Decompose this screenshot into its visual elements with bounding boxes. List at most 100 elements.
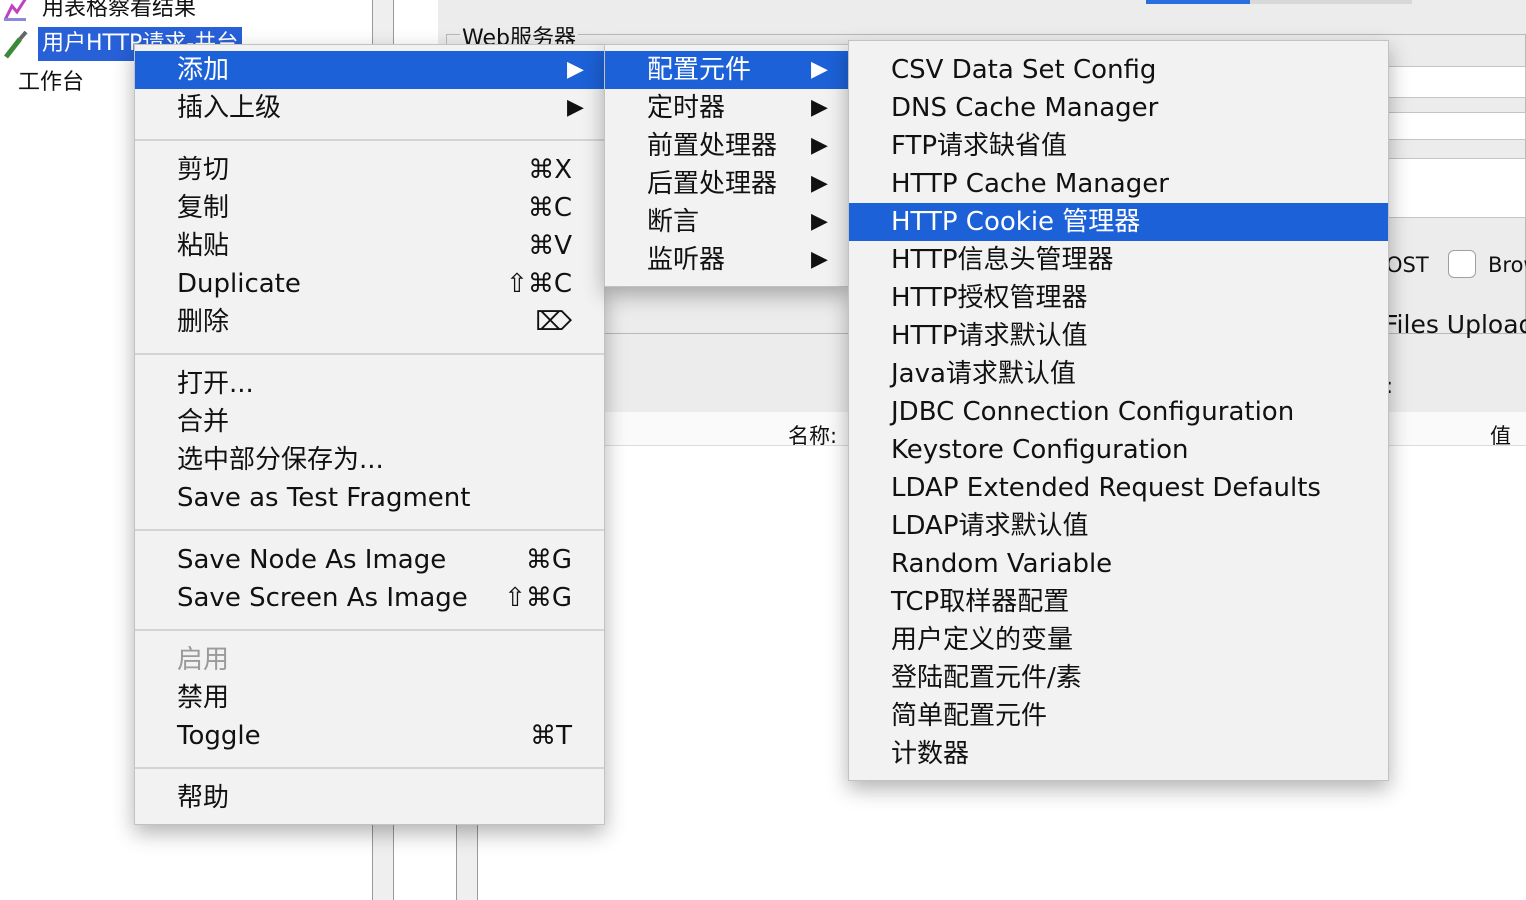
config-element-item-12[interactable]: LDAP请求默认值 — [849, 507, 1388, 545]
menu-item-label: LDAP请求默认值 — [891, 511, 1089, 541]
name-column-header: 名称: — [788, 424, 838, 448]
add-submenu-item-3[interactable]: 后置处理器 ▶ — [605, 165, 848, 203]
menu-item-4[interactable]: 复制 ⌘C — [135, 189, 604, 227]
submenu-arrow-icon: ▶ — [567, 57, 584, 82]
menu-item-18[interactable]: 禁用 — [135, 679, 604, 717]
config-element-item-5[interactable]: HTTP信息头管理器 — [849, 241, 1388, 279]
menu-item-21[interactable]: 帮助 — [135, 779, 604, 817]
add-submenu-item-5[interactable]: 监听器 ▶ — [605, 241, 848, 279]
menu-item-label: 用户定义的变量 — [891, 625, 1074, 655]
menu-item-shortcut: ⌘V — [528, 231, 572, 261]
submenu-arrow-icon: ▶ — [811, 247, 828, 272]
browser-label: Brow — [1488, 253, 1526, 277]
config-element-item-7[interactable]: HTTP请求默认值 — [849, 317, 1388, 355]
menu-item-14[interactable]: Save Node As Image ⌘G — [135, 541, 604, 579]
menu-item-label: 前置处理器 — [647, 131, 778, 161]
menu-item-label: 定时器 — [647, 93, 726, 123]
menu-item-label: Java请求默认值 — [891, 359, 1076, 389]
config-element-item-1[interactable]: DNS Cache Manager — [849, 89, 1388, 127]
menu-item-label: 简单配置元件 — [891, 701, 1048, 731]
menu-item-6[interactable]: Duplicate ⇧⌘C — [135, 265, 604, 303]
menu-item-label: 添加 — [177, 55, 230, 85]
menu-separator — [135, 517, 604, 541]
menu-separator — [135, 617, 604, 641]
menu-item-19[interactable]: Toggle ⌘T — [135, 717, 604, 755]
menu-item-label: Random Variable — [891, 549, 1113, 579]
path-field[interactable] — [1380, 112, 1526, 140]
menu-item-shortcut: ⇧⌘G — [504, 583, 572, 613]
context-menu: 添加 ▶ 插入上级 ▶ 剪切 ⌘X 复制 ⌘C 粘贴 ⌘V Duplicate ⇧⌘C 删除 ⌦ 打开...… — [134, 44, 605, 825]
menu-item-12[interactable]: Save as Test Fragment — [135, 479, 604, 517]
menu-item-label: HTTP信息头管理器 — [891, 245, 1114, 275]
menu-item-label: HTTP Cookie 管理器 — [891, 207, 1141, 237]
submenu-arrow-icon: ▶ — [811, 133, 828, 158]
menu-item-17: 启用 — [135, 641, 604, 679]
add-submenu-item-2[interactable]: 前置处理器 ▶ — [605, 127, 848, 165]
menu-item-label: Toggle — [177, 721, 261, 751]
menu-item-label: 帮助 — [177, 783, 230, 813]
chart-icon — [2, 0, 30, 24]
config-element-item-15[interactable]: 用户定义的变量 — [849, 621, 1388, 659]
config-element-item-3[interactable]: HTTP Cache Manager — [849, 165, 1388, 203]
menu-item-1[interactable]: 插入上级 ▶ — [135, 89, 604, 127]
config-element-item-6[interactable]: HTTP授权管理器 — [849, 279, 1388, 317]
menu-separator — [135, 127, 604, 151]
menu-item-9[interactable]: 打开... — [135, 365, 604, 403]
config-element-item-8[interactable]: Java请求默认值 — [849, 355, 1388, 393]
files-upload-tab[interactable]: Files Upload — [1384, 310, 1526, 339]
menu-item-7[interactable]: 删除 ⌦ — [135, 303, 604, 341]
config-element-item-10[interactable]: Keystore Configuration — [849, 431, 1388, 469]
config-element-item-13[interactable]: Random Variable — [849, 545, 1388, 583]
menu-item-label: Save as Test Fragment — [177, 483, 471, 513]
menu-item-label: 打开... — [177, 369, 254, 399]
tab-active-indicator[interactable] — [1146, 0, 1250, 4]
config-element-item-16[interactable]: 登陆配置元件/素 — [849, 659, 1388, 697]
menu-item-label: 断言 — [647, 207, 700, 237]
menu-item-3[interactable]: 剪切 ⌘X — [135, 151, 604, 189]
config-element-item-0[interactable]: CSV Data Set Config — [849, 51, 1388, 89]
menu-item-label: 删除 — [177, 307, 230, 337]
menu-item-10[interactable]: 合并 — [135, 403, 604, 441]
config-element-item-11[interactable]: LDAP Extended Request Defaults — [849, 469, 1388, 507]
menu-item-5[interactable]: 粘贴 ⌘V — [135, 227, 604, 265]
add-submenu: 配置元件 ▶ 定时器 ▶ 前置处理器 ▶ 后置处理器 ▶ 断言 ▶ 监听器 ▶ — [604, 44, 849, 287]
menu-item-label: FTP请求缺省值 — [891, 131, 1068, 161]
menu-item-shortcut: ⌘X — [528, 155, 572, 185]
menu-item-15[interactable]: Save Screen As Image ⇧⌘G — [135, 579, 604, 617]
menu-item-shortcut: ⌘T — [530, 721, 572, 751]
config-element-item-9[interactable]: JDBC Connection Configuration — [849, 393, 1388, 431]
submenu-arrow-icon: ▶ — [811, 95, 828, 120]
menu-item-label: 插入上级 — [177, 93, 282, 123]
add-submenu-item-4[interactable]: 断言 ▶ — [605, 203, 848, 241]
browser-compatible-checkbox[interactable] — [1448, 250, 1476, 278]
config-element-submenu: CSV Data Set Config DNS Cache Manager FTP请… — [848, 40, 1389, 781]
tab-inactive-indicator[interactable] — [1250, 0, 1412, 4]
tree-item-label: 工作台 — [18, 70, 85, 95]
menu-item-shortcut: ⌘G — [525, 545, 572, 575]
submenu-arrow-icon: ▶ — [811, 209, 828, 234]
menu-item-label: 粘贴 — [177, 231, 230, 261]
menu-item-label: 合并 — [177, 407, 230, 437]
menu-item-11[interactable]: 选中部分保存为... — [135, 441, 604, 479]
config-element-item-18[interactable]: 计数器 — [849, 735, 1388, 773]
menu-item-label: TCP取样器配置 — [891, 587, 1070, 617]
config-element-item-14[interactable]: TCP取样器配置 — [849, 583, 1388, 621]
menu-item-label: Keystore Configuration — [891, 435, 1189, 465]
menu-item-label: HTTP请求默认值 — [891, 321, 1088, 351]
server-name-field[interactable] — [1380, 66, 1526, 98]
menu-item-label: 监听器 — [647, 245, 726, 275]
menu-item-label: Duplicate — [177, 269, 301, 299]
menu-item-0[interactable]: 添加 ▶ — [135, 51, 604, 89]
add-submenu-item-1[interactable]: 定时器 ▶ — [605, 89, 848, 127]
menu-item-label: 登陆配置元件/素 — [891, 663, 1082, 693]
menu-item-label: 剪切 — [177, 155, 230, 185]
method-field[interactable] — [1380, 158, 1526, 218]
config-element-item-4[interactable]: HTTP Cookie 管理器 — [849, 203, 1388, 241]
config-element-item-2[interactable]: FTP请求缺省值 — [849, 127, 1388, 165]
menu-item-label: 选中部分保存为... — [177, 445, 384, 475]
menu-item-label: HTTP授权管理器 — [891, 283, 1088, 313]
menu-item-shortcut: ⇧⌘C — [506, 269, 572, 299]
add-submenu-item-0[interactable]: 配置元件 ▶ — [605, 51, 848, 89]
submenu-arrow-icon: ▶ — [567, 95, 584, 120]
config-element-item-17[interactable]: 简单配置元件 — [849, 697, 1388, 735]
